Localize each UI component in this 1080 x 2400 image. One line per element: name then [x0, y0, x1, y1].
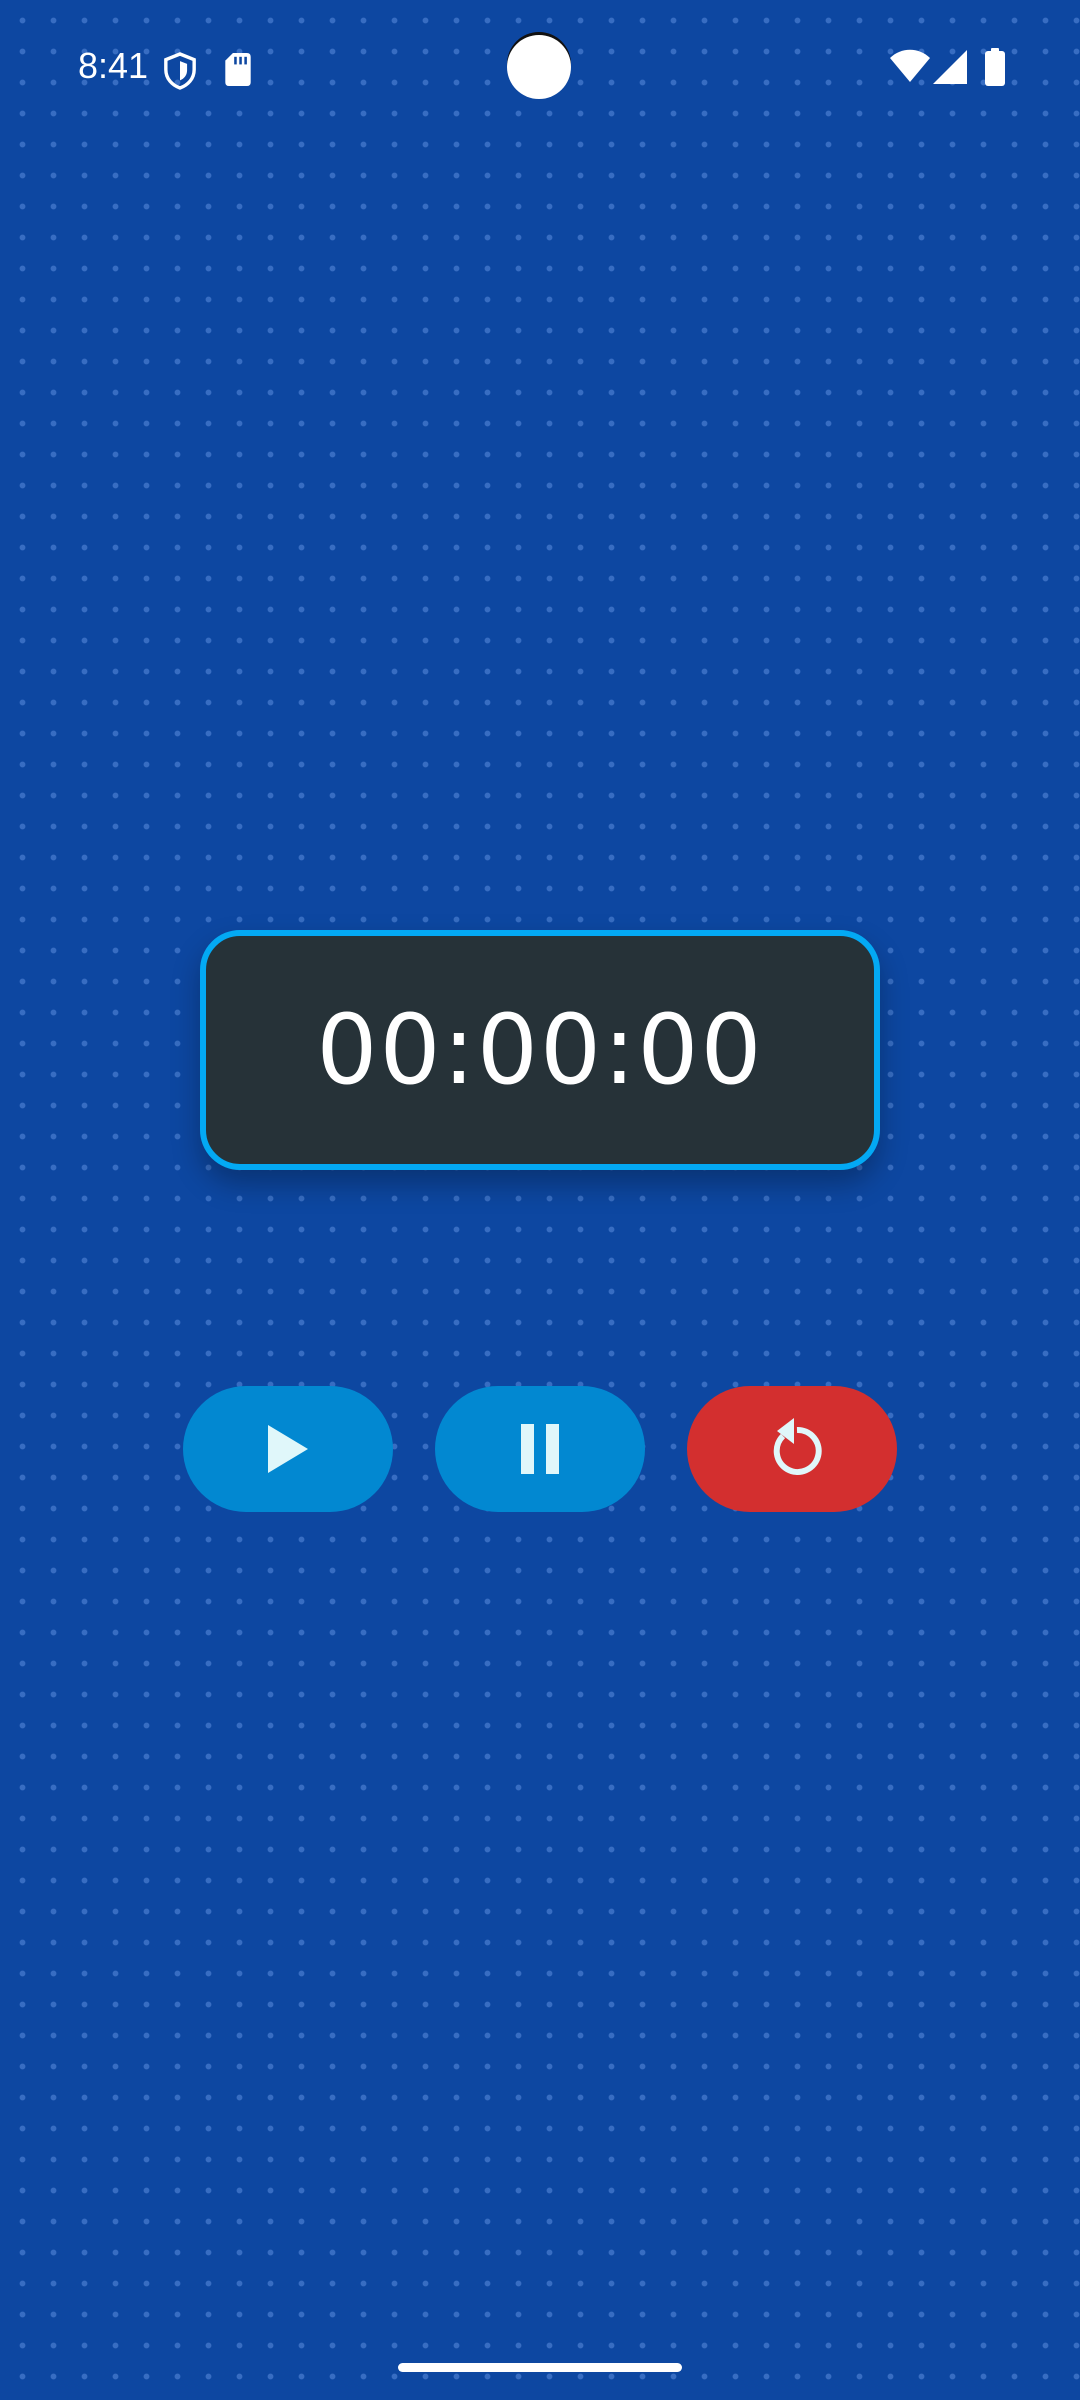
pause-button[interactable]	[435, 1386, 645, 1512]
reset-icon	[773, 1418, 822, 1475]
cell-signal-icon	[933, 50, 967, 84]
timer-display: 00:00:00	[200, 930, 880, 1170]
status-time: 8:41	[78, 45, 149, 86]
shield-icon	[164, 52, 196, 90]
sd-card-icon	[225, 53, 251, 86]
wifi-icon	[890, 49, 930, 82]
reset-button[interactable]	[687, 1386, 897, 1512]
status-bar: 8:41	[0, 0, 1080, 140]
stopwatch-screen: 8:41 00:00:00	[0, 0, 1080, 2400]
play-icon	[268, 1425, 308, 1473]
play-button[interactable]	[183, 1386, 393, 1512]
pause-icon	[521, 1424, 559, 1474]
battery-icon	[985, 48, 1005, 86]
camera-cutout	[507, 35, 571, 99]
timer-controls	[0, 1386, 1080, 1512]
elapsed-time: 00:00:00	[316, 994, 764, 1106]
home-indicator[interactable]	[398, 2363, 682, 2372]
